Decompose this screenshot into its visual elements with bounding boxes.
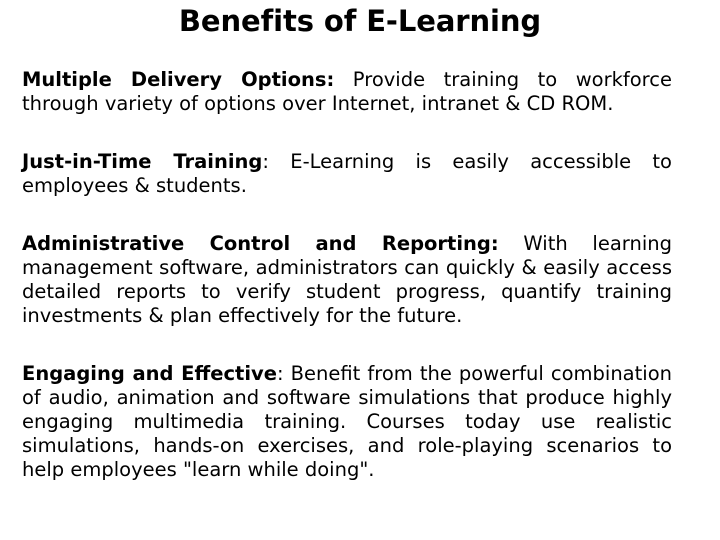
paragraph-lead-label-1: Multiple Delivery Options — [22, 68, 327, 91]
content-paragraph-just-in-time-training: Just-in-Time Training: E-Learning is eas… — [22, 150, 672, 198]
content-paragraph-multiple-delivery-options: Multiple Delivery Options: Provide train… — [22, 68, 672, 116]
paragraph-lead-label-3: Administrative Control and Reporting — [22, 232, 491, 255]
content-paragraph-administrative-control-and-reporting: Administrative Control and Reporting: Wi… — [22, 232, 672, 328]
slide-body: Multiple Delivery Options: Provide train… — [22, 68, 672, 482]
slide-canvas: Benefits of E-Learning Multiple Delivery… — [0, 0, 720, 540]
paragraph-lead-colon-2: : — [262, 150, 269, 173]
page-title: Benefits of E-Learning — [178, 4, 542, 38]
paragraph-lead-label-4: Engaging and Effective — [22, 362, 277, 385]
paragraph-lead-colon-3: : — [490, 232, 499, 255]
paragraph-lead-label-2: Just-in-Time Training — [22, 150, 263, 173]
content-paragraph-engaging-and-effective: Engaging and Effective: Benefit from the… — [22, 362, 672, 482]
paragraph-lead-colon-4: : — [276, 362, 284, 385]
